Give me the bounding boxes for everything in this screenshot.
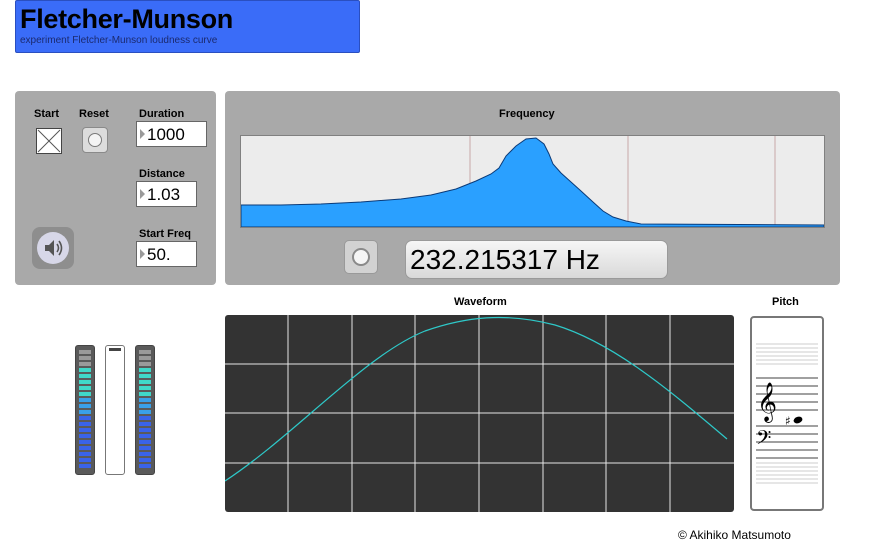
meter-segment — [79, 446, 91, 450]
duration-value: 1000 — [147, 125, 185, 144]
bang-icon — [88, 133, 102, 147]
app-subtitle: experiment Fletcher-Munson loudness curv… — [20, 35, 218, 46]
meter-segment — [139, 446, 151, 450]
frequency-spectrum — [240, 135, 825, 228]
start-label: Start — [34, 108, 60, 120]
meter-segment — [139, 428, 151, 432]
start-toggle[interactable] — [36, 128, 62, 154]
level-meter-right — [135, 345, 155, 475]
gain-slider[interactable] — [105, 345, 125, 475]
treble-clef-icon: 𝄞 — [757, 382, 777, 423]
start-freq-value: 50. — [147, 245, 171, 264]
meter-segment — [139, 350, 151, 354]
spectrum-curve — [241, 137, 824, 227]
meter-segment — [139, 464, 151, 468]
app-title: Fletcher-Munson — [20, 4, 234, 34]
meter-segment — [139, 440, 151, 444]
number-arrow-icon — [140, 249, 145, 259]
meter-segment — [79, 374, 91, 378]
distance-value: 1.03 — [147, 185, 181, 204]
meter-segment — [139, 368, 151, 372]
number-arrow-icon — [140, 189, 145, 199]
meter-segment — [79, 434, 91, 438]
meter-segment — [79, 416, 91, 420]
distance-label: Distance — [139, 168, 185, 180]
meter-segment — [139, 362, 151, 366]
frequency-bang-button[interactable] — [344, 240, 378, 274]
slider-handle[interactable] — [109, 348, 121, 351]
meter-segment — [139, 386, 151, 390]
pitch-title: Pitch — [772, 296, 799, 308]
waveform-trace — [225, 316, 728, 482]
speaker-icon — [45, 240, 63, 256]
copyright: © Akihiko Matsumoto — [678, 528, 791, 542]
sharp-icon: ♯ — [785, 414, 791, 428]
x-icon — [37, 129, 61, 153]
start-freq-label: Start Freq — [139, 228, 191, 240]
meter-segment — [139, 410, 151, 414]
meter-segment — [79, 464, 91, 468]
meter-segment — [139, 398, 151, 402]
start-freq-number-box[interactable]: 50. — [136, 241, 197, 267]
control-panel: Start Reset Duration 1000 Distance 1.03 … — [15, 91, 216, 285]
frequency-readout-text: 232.215317 Hz — [410, 244, 600, 275]
reset-label: Reset — [79, 108, 109, 120]
meter-segment — [139, 422, 151, 426]
meter-segment — [139, 452, 151, 456]
meter-segment — [79, 452, 91, 456]
meter-segment — [79, 422, 91, 426]
meter-segment — [79, 410, 91, 414]
title-banner: Fletcher-Munson experiment Fletcher-Muns… — [15, 0, 360, 53]
meter-segment — [79, 428, 91, 432]
bang-icon — [352, 248, 370, 266]
meter-segment — [79, 368, 91, 372]
spectrum-plot — [241, 136, 824, 227]
frequency-title: Frequency — [499, 108, 555, 120]
frequency-panel: Frequency 232.215317 Hz — [225, 91, 840, 285]
meter-segment — [139, 416, 151, 420]
bass-clef-icon: 𝄢 — [756, 426, 771, 454]
waveform-plot — [225, 315, 734, 512]
staff-plot: 𝄞 𝄢 ♯ — [756, 343, 818, 484]
distance-number-box[interactable]: 1.03 — [136, 181, 197, 207]
meter-segment — [79, 380, 91, 384]
meter-segment — [79, 362, 91, 366]
number-arrow-icon — [140, 129, 145, 139]
meter-segment — [79, 398, 91, 402]
duration-label: Duration — [139, 108, 185, 120]
meter-segment — [79, 386, 91, 390]
meter-segment — [139, 356, 151, 360]
meter-segment — [79, 392, 91, 396]
meter-segment — [79, 440, 91, 444]
duration-number-box[interactable]: 1000 — [136, 121, 207, 147]
meter-segment — [79, 350, 91, 354]
meter-segment — [139, 380, 151, 384]
speaker-disc — [37, 232, 69, 264]
waveform-title: Waveform — [454, 296, 507, 308]
meter-segment — [139, 392, 151, 396]
audio-on-button[interactable] — [32, 227, 74, 269]
meter-segment — [139, 434, 151, 438]
meter-segment — [79, 356, 91, 360]
meter-segment — [139, 458, 151, 462]
meter-segment — [79, 458, 91, 462]
meter-segment — [79, 404, 91, 408]
frequency-readout: 232.215317 Hz — [405, 240, 668, 279]
meter-segment — [139, 404, 151, 408]
reset-button[interactable] — [82, 127, 108, 153]
meter-segment — [139, 374, 151, 378]
pitch-staff: 𝄞 𝄢 ♯ — [750, 316, 824, 511]
level-meter-left — [75, 345, 95, 475]
waveform-scope — [225, 315, 734, 512]
note-head — [793, 416, 803, 424]
